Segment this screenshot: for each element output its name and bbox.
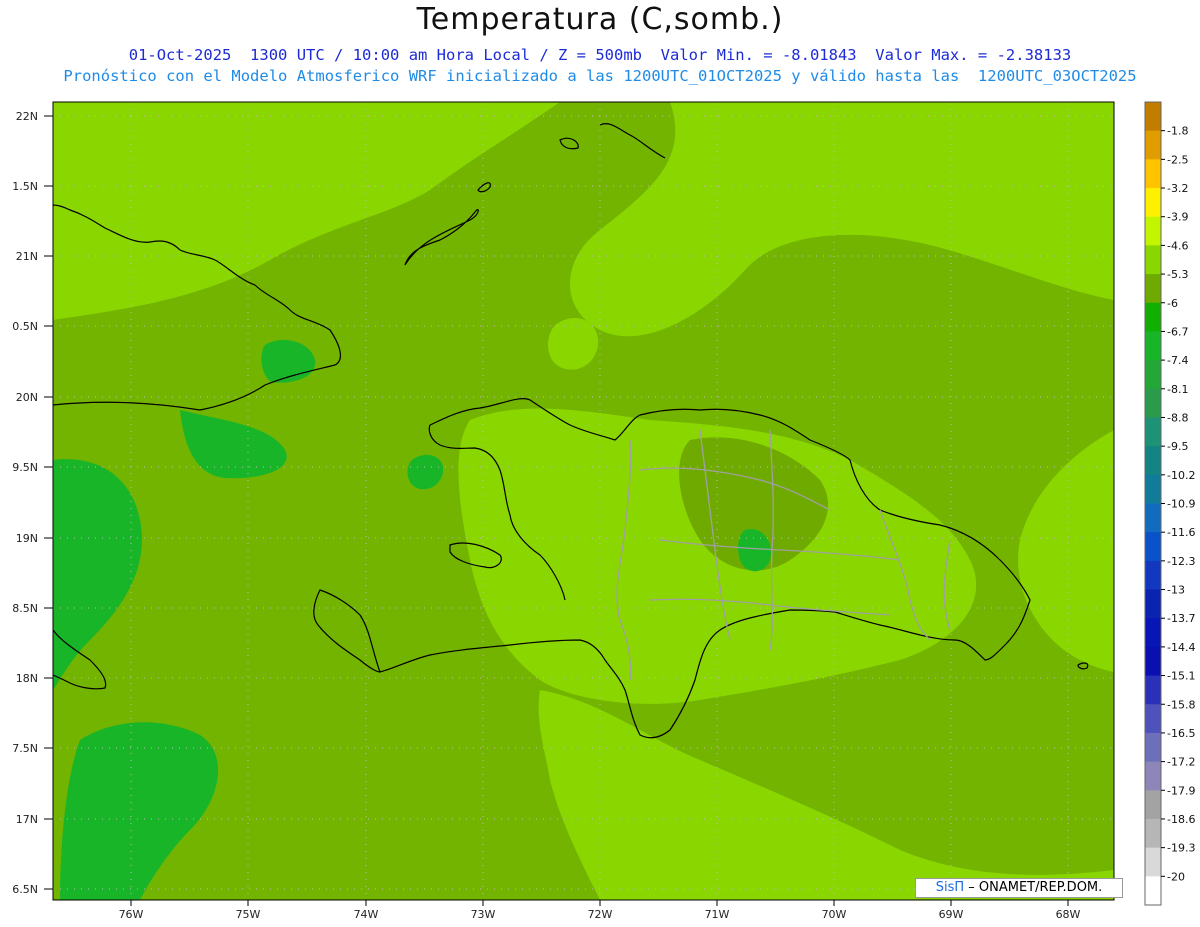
lat-label: 7.5N [12,742,38,755]
colorbar-swatch [1145,560,1161,591]
colorbar-label: -13 [1167,584,1185,597]
colorbar-label: -10.2 [1167,469,1195,482]
temperature-field [53,102,1114,900]
lon-label: 69W [939,908,964,921]
colorbar-label: -18.6 [1167,813,1195,826]
colorbar-label: -7.4 [1167,354,1188,367]
colorbar-swatch [1145,675,1161,705]
lat-label: 6.5N [12,883,38,896]
colorbar-swatch [1145,761,1161,791]
colorbar-swatch [1145,274,1161,304]
colorbar-label: -10.9 [1167,498,1195,511]
latitude-labels: 22N 1.5N 21N 0.5N 20N 9.5N 19N 8.5N 18N … [12,110,38,896]
colorbar-swatch [1145,732,1161,763]
lat-label: 17N [16,813,38,826]
colorbar-label: -17.2 [1167,756,1195,769]
lat-label: 21N [16,250,38,263]
colorbar: -1.8 -2.5 -3.2 -3.9 -4.6 -5.3 -6 -6.7 -7.4 -8.1 -8… [1144,101,1195,906]
colorbar-swatch [1145,474,1161,504]
colorbar-label: -3.9 [1167,211,1188,224]
temperature-map: 22N 1.5N 21N 0.5N 20N 9.5N 19N 8.5N 18N … [12,101,1195,921]
colorbar-swatch [1145,818,1161,849]
lat-label: 0.5N [12,320,38,333]
colorbar-swatch [1145,503,1161,533]
colorbar-swatch [1145,446,1161,476]
colorbar-swatch [1145,646,1161,677]
colorbar-swatch [1145,245,1161,275]
lat-label: 20N [16,391,38,404]
colorbar-swatch [1145,130,1161,160]
colorbar-label: -2.5 [1167,153,1188,166]
lon-label: 75W [236,908,261,921]
colorbar-swatch [1145,360,1161,390]
colorbar-label: -15.8 [1167,698,1195,711]
colorbar-swatch [1145,790,1161,820]
credit-box: SisΠ – ONAMET/REP.DOM. [915,878,1123,898]
lon-label: 71W [705,908,730,921]
lat-label: 8.5N [12,602,38,615]
lon-label: 74W [354,908,379,921]
colorbar-label: -8.1 [1167,383,1188,396]
lon-label: 76W [119,908,144,921]
brand-logo-text: SisΠ [935,880,965,895]
colorbar-swatch [1145,188,1161,218]
lon-label: 68W [1056,908,1081,921]
colorbar-swatch [1145,388,1161,418]
lon-label: 70W [822,908,847,921]
colorbar-label: -1.8 [1167,125,1188,138]
colorbar-label: -17.9 [1167,784,1195,797]
colorbar-swatch [1145,876,1161,906]
colorbar-swatch [1145,417,1161,447]
colorbar-label: -9.5 [1167,440,1188,453]
lat-label: 1.5N [12,180,38,193]
colorbar-label: -6.7 [1167,325,1188,338]
colorbar-label: -15.1 [1167,670,1195,683]
colorbar-swatch [1145,618,1161,648]
lon-label: 72W [588,908,613,921]
colorbar-swatch [1145,589,1161,619]
colorbar-label: -8.8 [1167,411,1188,424]
colorbar-swatch [1145,532,1161,562]
colorbar-label: -16.5 [1167,727,1195,740]
colorbar-label: -13.7 [1167,612,1195,625]
longitude-labels: 76W 75W 74W 73W 72W 71W 70W 69W 68W [119,908,1081,921]
lat-label: 18N [16,672,38,685]
colorbar-label: -5.3 [1167,268,1188,281]
colorbar-label: -11.6 [1167,526,1195,539]
colorbar-label: -3.2 [1167,182,1188,195]
credit-org: – ONAMET/REP.DOM. [964,880,1103,895]
colorbar-swatch [1145,847,1161,877]
colorbar-swatch [1145,302,1161,332]
colorbar-label: -19.3 [1167,842,1195,855]
colorbar-label: -12.3 [1167,555,1195,568]
colorbar-label: -14.4 [1167,641,1195,654]
lat-label: 9.5N [12,461,38,474]
lon-label: 73W [471,908,496,921]
colorbar-swatch [1145,704,1161,734]
colorbar-label: -6 [1167,297,1178,310]
lat-label: 22N [16,110,38,123]
colorbar-swatch [1145,216,1161,246]
colorbar-swatch [1145,331,1161,361]
colorbar-label: -20 [1167,870,1185,883]
colorbar-label: -4.6 [1167,239,1188,252]
lat-label: 19N [16,532,38,545]
colorbar-swatch [1145,102,1161,132]
colorbar-swatch [1145,159,1161,189]
